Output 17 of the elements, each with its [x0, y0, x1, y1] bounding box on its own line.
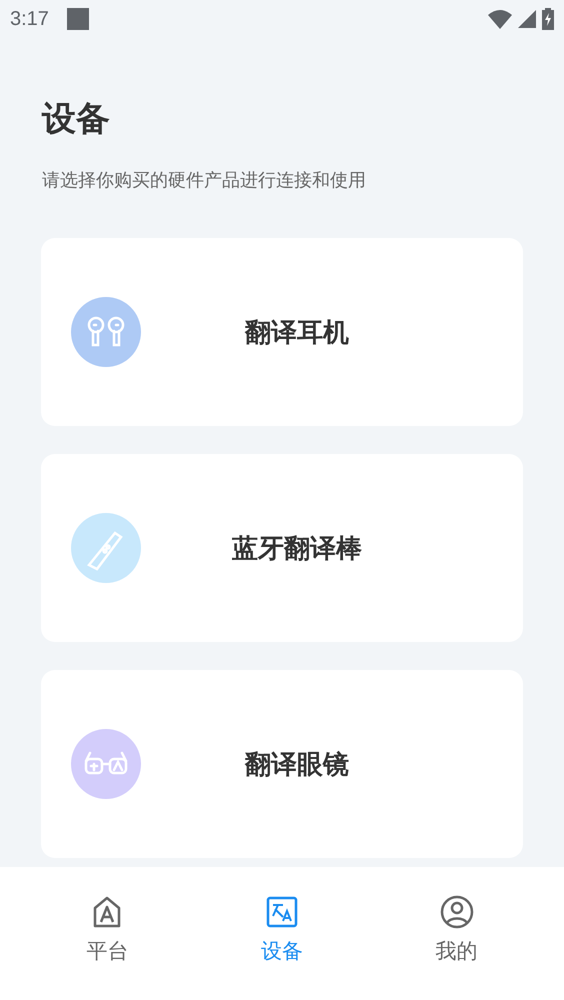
device-name: 蓝牙翻译棒	[231, 532, 363, 566]
page-subtitle: 请选择你购买的硬件产品进行连接和使用	[42, 169, 367, 192]
battery-icon	[542, 8, 554, 30]
tab[interactable]: 我的	[402, 867, 512, 1000]
notification-icon	[66, 8, 89, 30]
signal-icon	[518, 10, 536, 28]
device-card[interactable]: 蓝牙翻译棒	[41, 454, 523, 642]
device-card[interactable]: 翻译眼镜	[41, 670, 523, 858]
device-name: 翻译耳机	[244, 316, 350, 350]
translate-icon	[264, 895, 299, 929]
tab[interactable]: 平台	[52, 867, 162, 1000]
device-name: 翻译眼镜	[244, 748, 350, 782]
wifi-icon	[488, 9, 512, 29]
page-title: 设备	[42, 98, 111, 141]
profile-icon	[440, 895, 474, 929]
device-card[interactable]: 翻译耳机	[41, 238, 523, 426]
status-time: 3:17	[10, 8, 49, 30]
